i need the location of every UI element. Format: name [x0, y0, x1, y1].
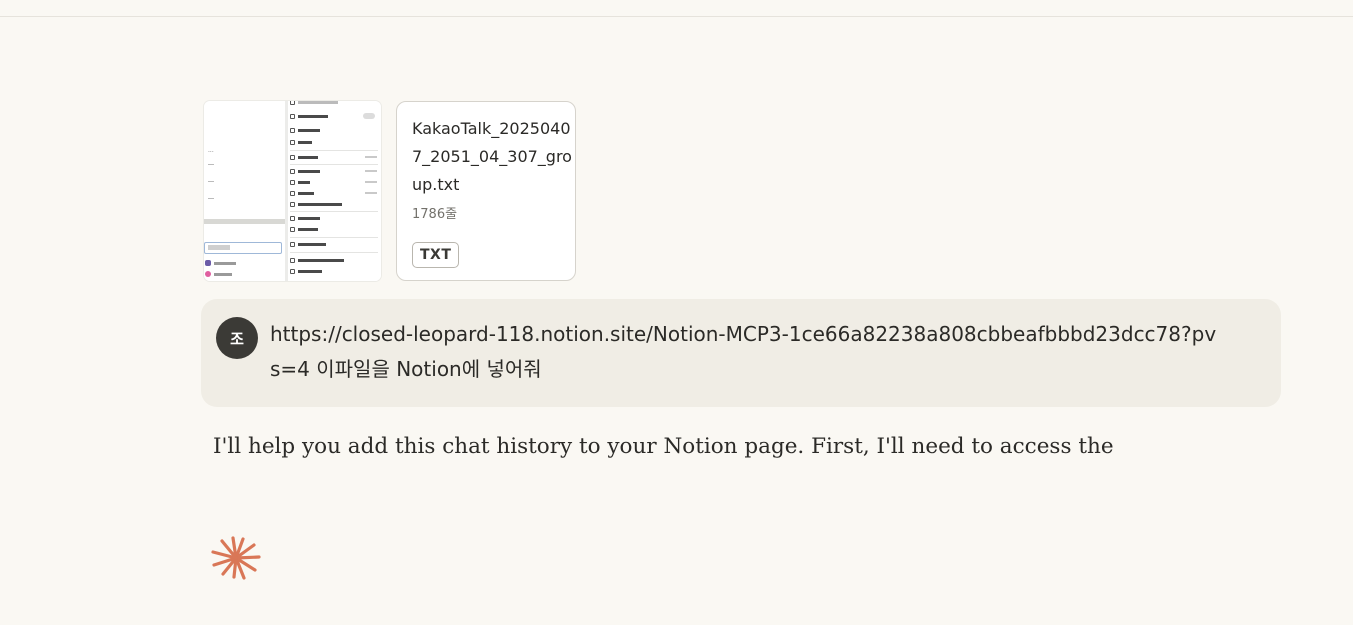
file-attachment-card[interactable]: KakaoTalk_20250407_2051_04_307_group.txt…: [396, 101, 576, 281]
file-type-badge: TXT: [412, 242, 460, 268]
user-message-text: https://closed-leopard-118.notion.site/N…: [270, 322, 1217, 381]
file-name: KakaoTalk_20250407_2051_04_307_group.txt: [412, 119, 572, 194]
user-avatar: 조: [216, 317, 258, 359]
file-line-count: 1786줄: [412, 207, 458, 222]
thumbnail-search-box: [204, 242, 282, 254]
asterisk-spinner-icon: [211, 536, 261, 580]
image-attachment-thumbnail[interactable]: ···: [204, 101, 381, 281]
thumbnail-context-menu: [288, 101, 381, 281]
thumbnail-left-pane: ···: [204, 101, 285, 281]
header-divider: [0, 16, 1353, 17]
user-message-bubble: 조 https://closed-leopard-118.notion.site…: [201, 299, 1281, 407]
assistant-message-text: I'll help you add this chat history to y…: [213, 434, 1114, 459]
